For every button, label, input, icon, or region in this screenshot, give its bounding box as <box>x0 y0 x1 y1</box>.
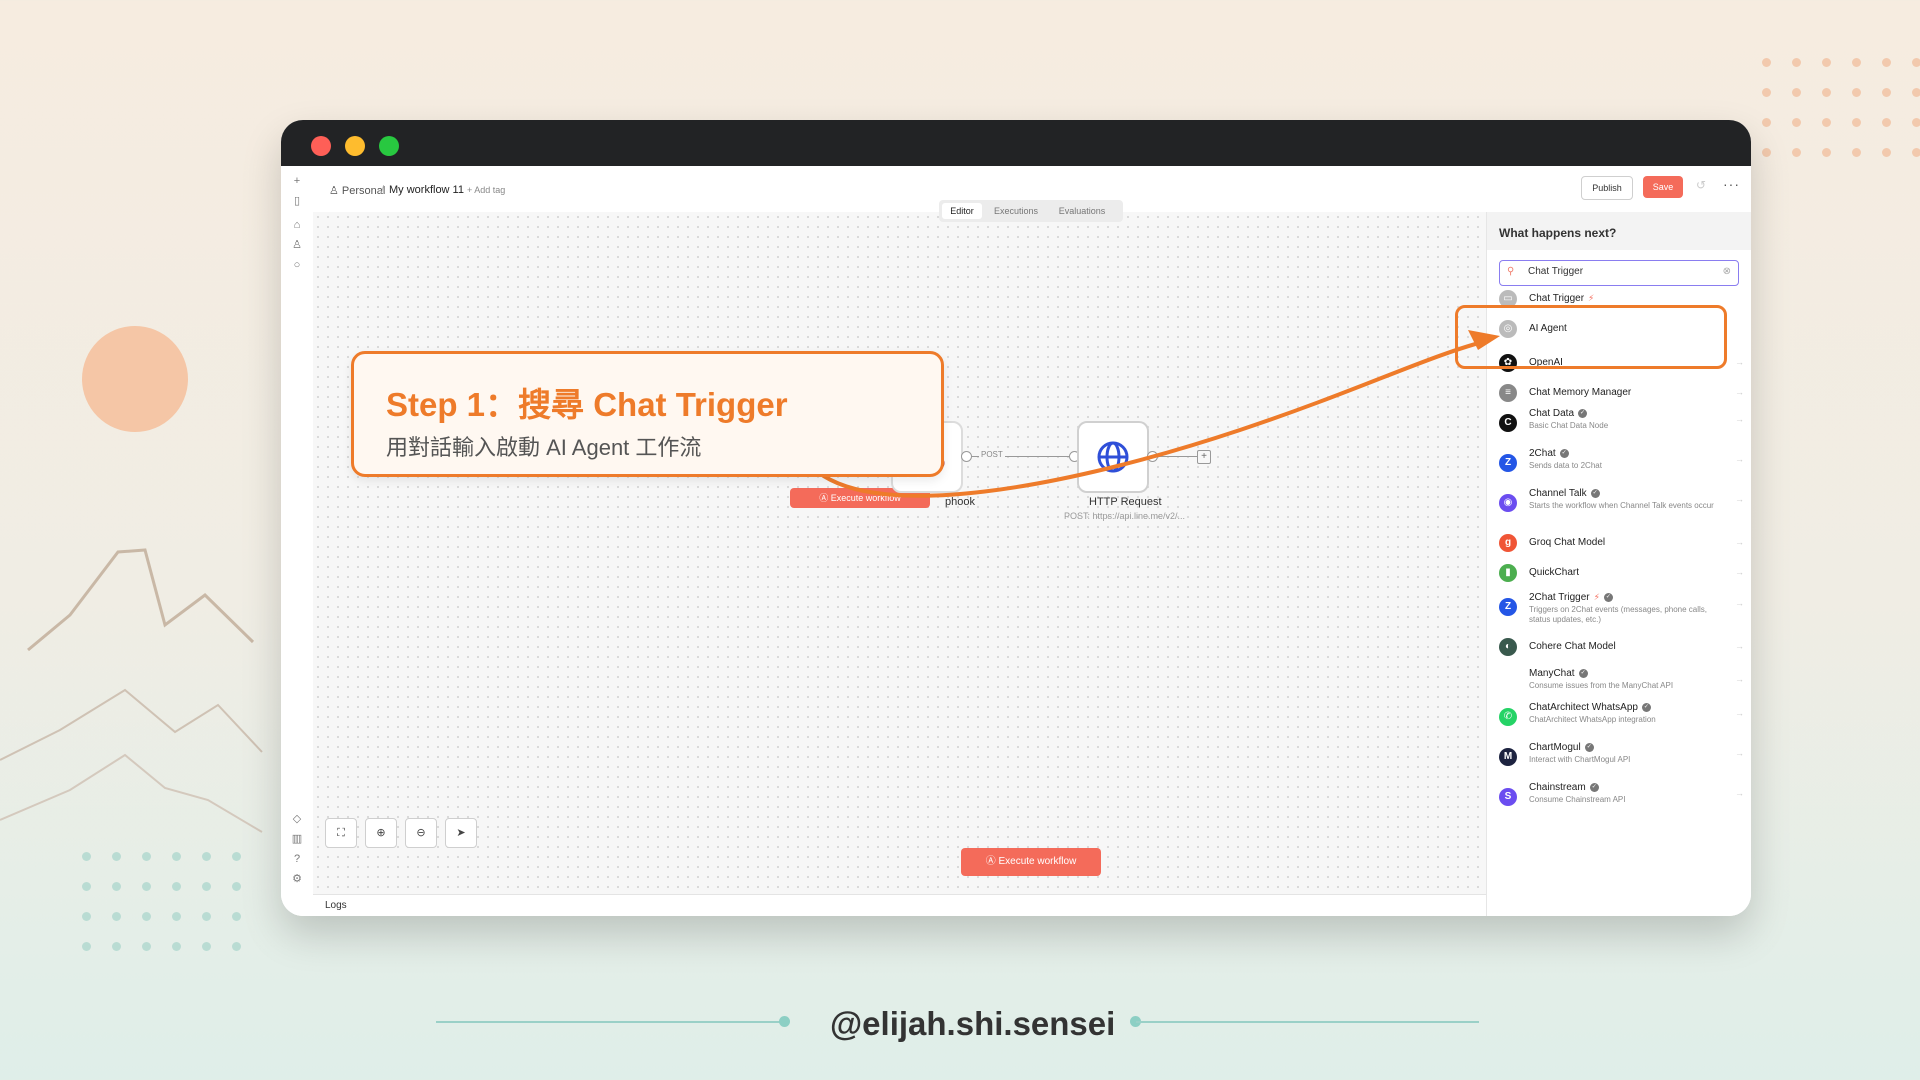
footer-dot-left <box>779 1016 790 1027</box>
callout-subtitle: 用對話輸入啟動 AI Agent 工作流 <box>386 435 702 460</box>
step-callout: Step 1：搜尋 Chat Trigger 用對話輸入啟動 AI Agent … <box>351 351 944 477</box>
callout-arrow <box>816 330 1500 498</box>
footer-line-right <box>1136 1021 1479 1023</box>
footer-handle: @elijah.shi.sensei <box>830 1005 1116 1042</box>
footer-line-left <box>436 1021 786 1023</box>
callout-title: Step 1：搜尋 Chat Trigger <box>386 386 788 423</box>
